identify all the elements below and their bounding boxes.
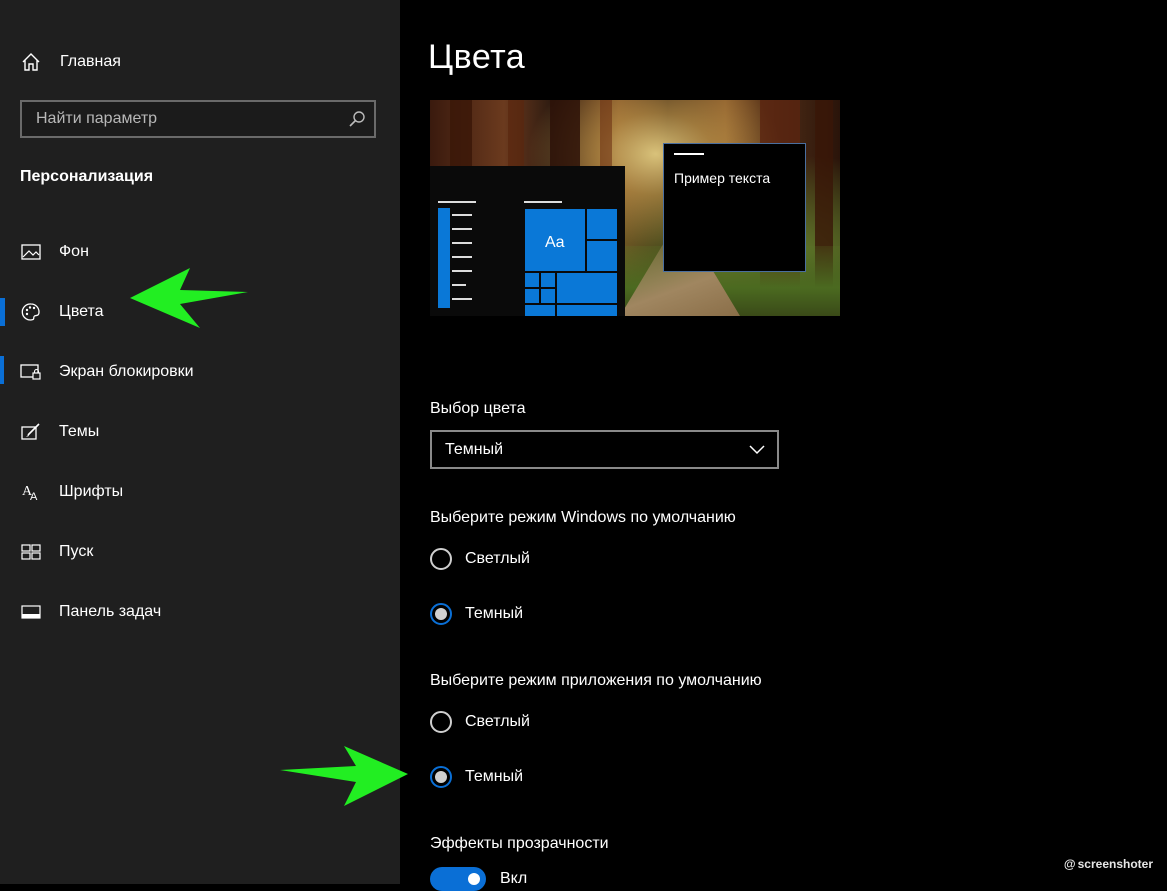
svg-text:A: A — [30, 491, 38, 502]
radio-button[interactable] — [430, 548, 452, 570]
annotation-arrow-colors — [130, 268, 248, 328]
annotation-arrow-app-mode — [280, 746, 408, 806]
nav-item-label: Фон — [59, 243, 89, 260]
nav-item-label: Шрифты — [59, 483, 124, 500]
nav-item-label: Пуск — [59, 543, 94, 560]
radio-button-selected[interactable] — [430, 603, 452, 625]
search-box[interactable] — [20, 100, 376, 138]
app-mode-dark-option[interactable]: Темный — [430, 766, 523, 788]
radio-label: Темный — [465, 768, 524, 785]
nav-item-label: Цвета — [59, 303, 104, 320]
nav-item-label: Панель задач — [59, 603, 162, 620]
color-choice-value: Темный — [445, 440, 504, 458]
palette-icon — [20, 301, 42, 323]
nav-home[interactable]: Главная — [20, 48, 121, 76]
nav-item-label: Экран блокировки — [59, 363, 194, 380]
watermark-text: screenshoter — [1077, 857, 1153, 871]
section-title: Персонализация — [20, 168, 154, 185]
watermark: @ screenshoter — [1064, 857, 1153, 871]
active-indicator — [0, 298, 5, 326]
preview-sample-text: Пример текста — [674, 170, 771, 186]
page-title: Цвета — [428, 38, 526, 76]
theme-preview: Aa Пример текста — [430, 100, 840, 316]
start-icon — [20, 541, 42, 563]
chevron-down-icon — [749, 445, 765, 455]
main-content: Цвета Aa Пример текста Выбор цвета Темны… — [400, 0, 1167, 891]
nav-item-label: Темы — [59, 423, 100, 440]
color-choice-label: Выбор цвета — [430, 400, 526, 417]
fonts-icon: AA — [20, 481, 42, 503]
windows-mode-label: Выберите режим Windows по умолчанию — [430, 509, 736, 526]
windows-mode-light-option[interactable]: Светлый — [430, 548, 530, 570]
at-icon: @ — [1063, 857, 1076, 871]
taskbar-icon — [20, 601, 42, 623]
preview-start-menu: Aa — [430, 166, 625, 316]
transparency-toggle-label: Вкл — [500, 870, 528, 887]
lock-screen-icon — [20, 361, 42, 383]
radio-button-selected[interactable] — [430, 766, 452, 788]
nav-item-lock-screen[interactable]: Экран блокировки — [0, 342, 400, 402]
app-mode-light-option[interactable]: Светлый — [430, 711, 530, 733]
nav-item-taskbar[interactable]: Панель задач — [0, 582, 400, 642]
preview-sample-window: Пример текста — [663, 143, 806, 272]
nav-item-fonts[interactable]: AA Шрифты — [0, 462, 400, 522]
transparency-label: Эффекты прозрачности — [430, 835, 609, 852]
themes-icon — [20, 421, 42, 443]
radio-button[interactable] — [430, 711, 452, 733]
windows-mode-dark-option[interactable]: Темный — [430, 603, 523, 625]
picture-icon — [20, 241, 42, 263]
radio-label: Светлый — [465, 550, 530, 567]
radio-label: Темный — [465, 605, 524, 622]
search-input[interactable] — [22, 102, 342, 136]
search-icon[interactable] — [348, 110, 366, 128]
nav-item-themes[interactable]: Темы — [0, 402, 400, 462]
preview-tile-text: Aa — [545, 234, 565, 251]
color-choice-dropdown[interactable]: Темный — [430, 430, 779, 469]
nav-home-label: Главная — [60, 53, 121, 70]
home-icon — [20, 51, 42, 73]
app-mode-label: Выберите режим приложения по умолчанию — [430, 672, 762, 689]
nav-item-start[interactable]: Пуск — [0, 522, 400, 582]
transparency-toggle[interactable] — [430, 867, 486, 891]
radio-label: Светлый — [465, 713, 530, 730]
